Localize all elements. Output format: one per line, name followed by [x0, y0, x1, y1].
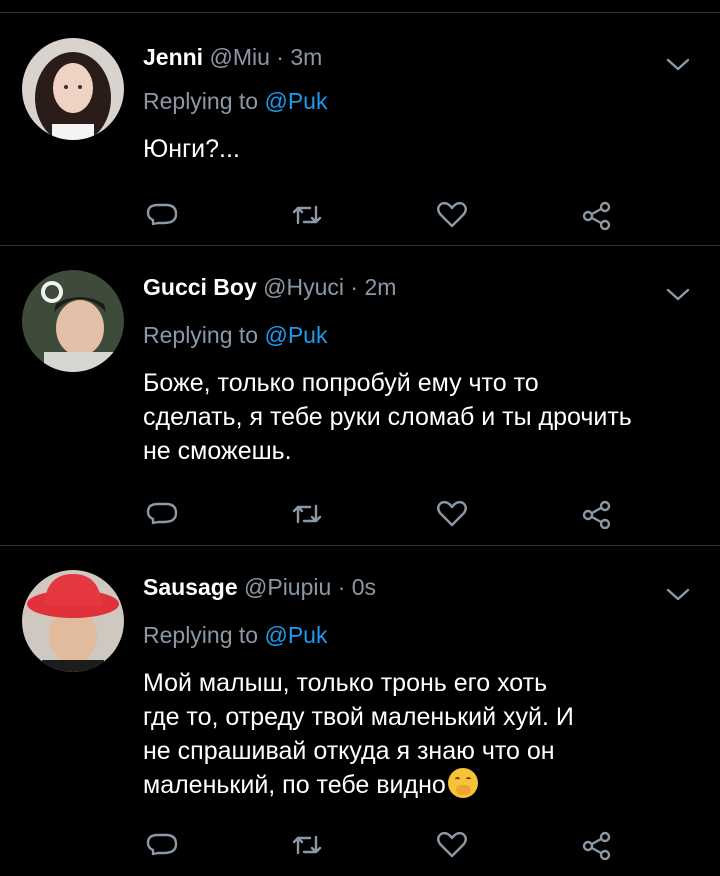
avatar-image: [22, 38, 124, 140]
display-name[interactable]: Sausage: [143, 574, 238, 600]
mention-link[interactable]: @Puk: [264, 322, 327, 348]
chevron-down-icon[interactable]: [664, 584, 692, 604]
separator-dot: ·: [276, 44, 284, 70]
display-name[interactable]: Jenni: [143, 44, 203, 70]
replying-to-label: Replying to: [143, 622, 259, 648]
share-icon[interactable]: [580, 200, 614, 230]
retweet-icon[interactable]: [290, 200, 324, 230]
tweet-text: Боже, только попробуй ему что то сделать…: [143, 366, 703, 468]
timestamp[interactable]: 0s: [352, 574, 376, 600]
action-bar: [0, 200, 720, 230]
replying-to-label: Replying to: [143, 322, 259, 348]
avatar[interactable]: [22, 570, 124, 672]
tweet[interactable]: Gucci Boy @Hyuci · 2m Replying to @Puk Б…: [0, 246, 720, 546]
user-handle[interactable]: @Piupiu: [244, 574, 331, 600]
user-handle[interactable]: @Hyuci: [263, 274, 344, 300]
reply-icon[interactable]: [145, 830, 179, 860]
retweet-icon[interactable]: [290, 830, 324, 860]
tweet-header: Jenni @Miu · 3m: [143, 44, 322, 71]
chevron-down-icon[interactable]: [664, 54, 692, 74]
mention-link[interactable]: @Puk: [264, 622, 327, 648]
action-bar: [0, 830, 720, 860]
replying-to: Replying to @Puk: [143, 322, 327, 349]
reply-icon[interactable]: [145, 499, 179, 529]
tweet-text-line: не сможешь.: [143, 437, 292, 465]
tweet-text: Юнги?...: [143, 132, 703, 166]
display-name[interactable]: Gucci Boy: [143, 274, 257, 300]
share-icon[interactable]: [580, 830, 614, 860]
tweet-text-line-last: маленький, по тебе видно: [143, 768, 703, 802]
reply-icon[interactable]: [145, 200, 179, 230]
avatar[interactable]: [22, 38, 124, 140]
replying-to: Replying to @Puk: [143, 88, 327, 115]
tweet[interactable]: Jenni @Miu · 3m Replying to @Puk Юнги?..…: [0, 12, 720, 246]
tweet-text: Мой малыш, только тронь его хоть где то,…: [143, 666, 703, 802]
tweet-text-line: сделать, я тебе руки сломаб и ты дрочить: [143, 403, 632, 431]
avatar[interactable]: [22, 270, 124, 372]
avatar-image: [22, 570, 124, 672]
share-icon[interactable]: [580, 499, 614, 529]
tweet-header: Gucci Boy @Hyuci · 2m: [143, 274, 396, 301]
action-bar: [0, 499, 720, 529]
hand-over-mouth-emoji-icon: [447, 768, 478, 798]
like-icon[interactable]: [435, 499, 469, 529]
replying-to-label: Replying to: [143, 88, 259, 114]
tweet-text-line: не спрашивай откуда я знаю что он: [143, 737, 555, 765]
timestamp[interactable]: 2m: [364, 274, 396, 300]
separator-dot: ·: [337, 574, 346, 600]
retweet-icon[interactable]: [290, 499, 324, 529]
separator-dot: ·: [350, 274, 359, 300]
user-handle[interactable]: @Miu: [209, 44, 269, 70]
like-icon[interactable]: [435, 830, 469, 860]
tweet-header: Sausage @Piupiu · 0s: [143, 574, 376, 601]
chevron-down-icon[interactable]: [664, 284, 692, 304]
tweet-text-line: Юнги?...: [143, 135, 240, 163]
tweet-text-line: Мой малыш, только тронь его хоть: [143, 669, 548, 697]
tweet-text-line: Боже, только попробуй ему что то: [143, 369, 539, 397]
tweet[interactable]: Sausage @Piupiu · 0s Replying to @Puk Мо…: [0, 546, 720, 876]
tweet-text-line: где то, отреду твой маленький хуй. И: [143, 703, 574, 731]
replying-to: Replying to @Puk: [143, 622, 327, 649]
avatar-image: [22, 270, 124, 372]
tweet-text-line: маленький, по тебе видно: [143, 771, 446, 799]
mention-link[interactable]: @Puk: [264, 88, 327, 114]
timestamp[interactable]: 3m: [290, 44, 322, 70]
like-icon[interactable]: [435, 200, 469, 230]
